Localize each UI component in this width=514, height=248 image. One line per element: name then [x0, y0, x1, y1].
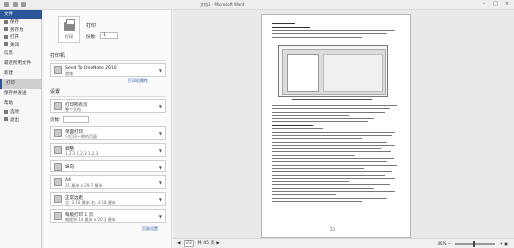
prev-page-icon[interactable]: ◀ [177, 241, 180, 246]
close-file-icon [4, 42, 8, 46]
nav-item-info[interactable]: 信息 [0, 49, 41, 59]
pages-input[interactable] [62, 116, 89, 123]
nav-item-open[interactable]: 打开 [0, 34, 41, 42]
print-range-dropdown[interactable]: 打印所有页 整个文档 ▼ [50, 99, 166, 113]
figure-caption [292, 99, 372, 100]
setting-detail: 缩放到 14 厘米 x 20.3 厘米 [65, 217, 116, 222]
setting-detail: 左: 3.18 厘米 右: 3.18 厘米 [65, 200, 116, 205]
folder-icon [4, 34, 8, 39]
save-as-icon [4, 27, 8, 31]
divider [50, 96, 166, 97]
window-controls: – □ × [478, 1, 511, 8]
chevron-down-icon: ▼ [158, 180, 162, 185]
chevron-down-icon: ▼ [158, 214, 162, 219]
next-page-icon[interactable]: ▶ [216, 241, 219, 246]
chevron-down-icon: ▼ [158, 104, 162, 109]
pages-icon [54, 102, 62, 110]
close-icon[interactable]: × [503, 1, 511, 8]
zoom-slider[interactable] [455, 241, 496, 247]
word-window: 文档1 - Microsoft Word – □ × 文件 保存 另存为 打开 … [0, 0, 514, 248]
page-navigator: ◀ 23 共 45 页 ▶ [177, 240, 220, 247]
chevron-down-icon: ▼ [158, 148, 162, 153]
collate-icon [54, 146, 62, 154]
setting-detail: 21 厘米 x 29.7 厘米 [65, 183, 103, 188]
undo-icon[interactable] [12, 2, 18, 7]
nav-item-new[interactable]: 新建 [0, 69, 41, 79]
total-pages: 共 45 页 [197, 241, 215, 246]
margins-icon [54, 195, 62, 203]
redo-icon[interactable] [21, 2, 27, 7]
pages-per-sheet-dropdown[interactable]: 每版打印 1 页 缩放到 14 厘米 x 20.3 厘米 ▼ [50, 209, 166, 223]
portrait-icon [54, 163, 62, 171]
nav-item-help[interactable]: 帮助 [0, 99, 41, 109]
screenshot-figure [278, 45, 388, 97]
setting-detail: 1,2,3 1,2,3 1,2,3 [65, 151, 99, 156]
nav-item-save[interactable]: 保存 [0, 19, 41, 27]
pages-per-sheet-icon [54, 212, 62, 220]
page-text [272, 23, 400, 40]
title-bar: 文档1 - Microsoft Word – □ × [0, 0, 514, 10]
exit-icon [4, 117, 8, 121]
pages-label: 页数: [50, 118, 61, 123]
print-button[interactable]: 打印 [58, 16, 80, 43]
page-number: 23 [330, 227, 336, 232]
printer-section-title: 打印机 [50, 53, 66, 59]
setting-title: 纵向 [65, 165, 74, 170]
nav-item-save-as[interactable]: 另存为 [0, 27, 41, 35]
nav-item-save-send[interactable]: 保存并发送 [0, 89, 41, 99]
chevron-down-icon: ▼ [158, 131, 162, 136]
save-icon[interactable] [4, 2, 9, 7]
file-tab[interactable]: 文件 [0, 10, 42, 19]
window-title: 文档1 - Microsoft Word [200, 2, 245, 7]
nav-item-options[interactable]: 选项 [0, 109, 41, 117]
save-icon [4, 19, 8, 24]
preview-page: 23 [261, 14, 411, 238]
minimize-icon[interactable]: – [480, 1, 488, 8]
print-button-label: 打印 [65, 34, 73, 39]
margins-dropdown[interactable]: 正常边距 左: 3.18 厘米 右: 3.18 厘米 ▼ [50, 192, 166, 206]
print-preview: 23 [173, 10, 514, 248]
chevron-down-icon: ▼ [158, 165, 162, 170]
chevron-down-icon: ▼ [158, 197, 162, 202]
page-text [272, 105, 400, 204]
setting-detail: 整个文档 [65, 107, 81, 112]
zoom-value: 46% [437, 241, 447, 246]
zoom-slider-knob[interactable] [472, 241, 475, 247]
collate-dropdown[interactable]: 调整 1,2,3 1,2,3 1,2,3 ▼ [50, 143, 166, 157]
orientation-dropdown[interactable]: 纵向 ▼ [50, 160, 166, 172]
preview-status-bar: ◀ 23 共 45 页 ▶ 46% − + ▣ [173, 238, 514, 248]
backstage-nav: 文件 保存 另存为 打开 关闭 信息 最近所用文件 新建 打印 保存并发送 帮助… [0, 10, 42, 248]
zoom-control: 46% − + ▣ [437, 241, 508, 247]
paper-icon [54, 178, 62, 186]
one-sided-icon [54, 129, 62, 137]
page-setup-link[interactable]: 页面设置 [142, 226, 158, 232]
printer-dropdown[interactable]: Send To OneNote 2010 就绪 ▼ [50, 63, 166, 77]
quick-access-toolbar [4, 2, 30, 8]
divider [50, 60, 166, 61]
printer-icon [54, 66, 62, 74]
nav-item-close[interactable]: 关闭 [0, 42, 41, 50]
chevron-down-icon: ▼ [158, 68, 162, 73]
paper-size-dropdown[interactable]: A4 21 厘米 x 29.7 厘米 ▼ [50, 175, 166, 189]
current-page-input[interactable]: 23 [183, 240, 194, 247]
fit-page-icon[interactable]: ▣ [504, 241, 508, 246]
nav-item-print[interactable]: 打印 [0, 79, 41, 89]
copies-input[interactable]: 1 [100, 32, 118, 39]
print-settings-panel: 打印 打印 份数: 1 打印机 Send To OneNote 2010 就绪 … [44, 10, 172, 248]
zoom-out-icon[interactable]: − [448, 241, 451, 246]
options-icon [4, 109, 8, 114]
pages-row: 页数: [50, 116, 89, 123]
nav-item-recent[interactable]: 最近所用文件 [0, 59, 41, 69]
printer-status: 就绪 [65, 71, 73, 76]
printer-icon [64, 19, 75, 31]
copies-label: 份数: [86, 35, 97, 40]
sides-dropdown[interactable]: 单面打印 只打印一侧的页面 ▼ [50, 126, 166, 140]
maximize-icon[interactable]: □ [491, 1, 499, 8]
print-heading: 打印 [86, 23, 97, 29]
nav-item-exit[interactable]: 退出 [0, 117, 41, 125]
zoom-in-icon[interactable]: + [500, 241, 503, 246]
setting-detail: 只打印一侧的页面 [65, 134, 97, 139]
printer-properties-link[interactable]: 打印机属性 [128, 78, 148, 84]
settings-section-title: 设置 [50, 89, 61, 95]
